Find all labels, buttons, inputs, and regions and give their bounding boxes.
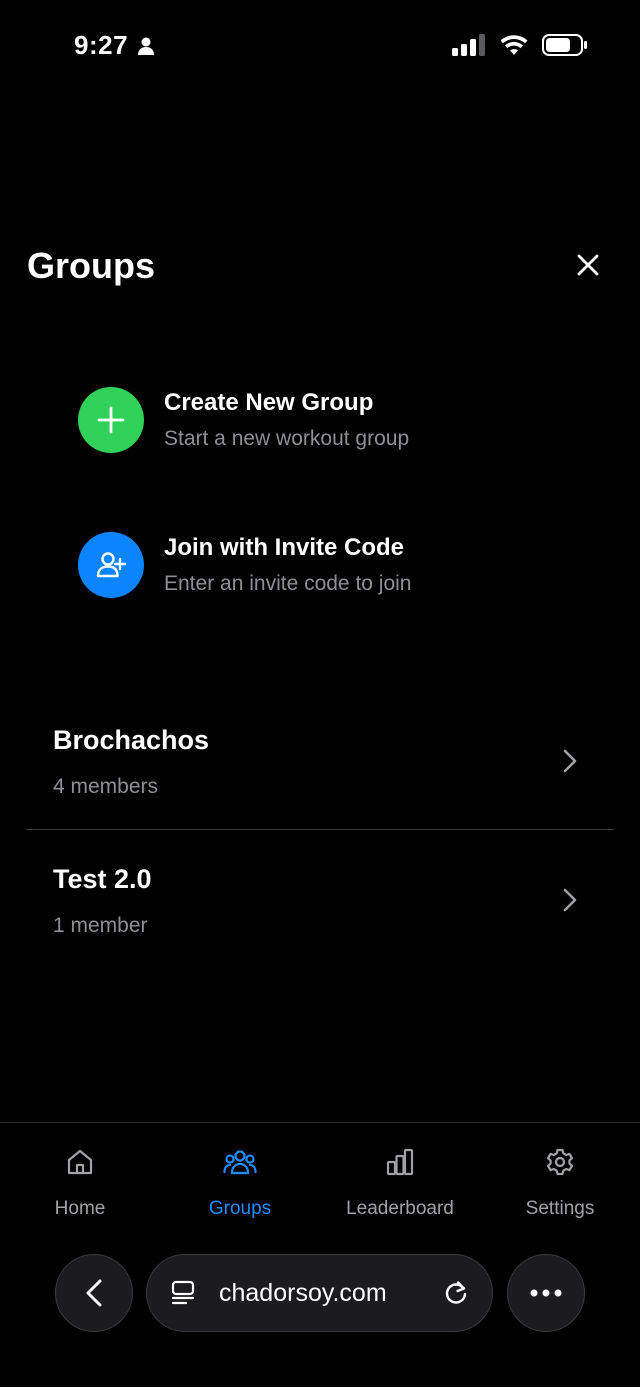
group-member-count: 4 members bbox=[53, 775, 159, 798]
tab-overview-icon[interactable] bbox=[169, 1279, 197, 1307]
group-member-count: 1 member bbox=[53, 914, 148, 937]
tab-leaderboard-icon-wrap bbox=[385, 1140, 415, 1184]
cellular-signal-icon bbox=[452, 34, 485, 56]
tab-home-label: Home bbox=[54, 1198, 106, 1219]
join-invite-icon-circle bbox=[78, 532, 144, 598]
chevron-left-icon bbox=[86, 1279, 102, 1307]
close-button[interactable] bbox=[568, 245, 608, 285]
join-invite-text: Join with Invite Code Enter an invite co… bbox=[164, 534, 412, 596]
tab-groups-label: Groups bbox=[208, 1198, 272, 1219]
join-invite-button[interactable]: Join with Invite Code Enter an invite co… bbox=[78, 532, 558, 598]
gear-icon bbox=[546, 1148, 574, 1176]
home-icon bbox=[67, 1149, 93, 1175]
tab-home-icon-wrap bbox=[65, 1140, 95, 1184]
tab-bar-divider bbox=[0, 1122, 640, 1123]
create-group-title: Create New Group bbox=[164, 389, 374, 416]
group-name: Test 2.0 bbox=[53, 864, 152, 894]
page-title: Groups bbox=[27, 245, 156, 286]
tab-leaderboard-label: Leaderboard bbox=[346, 1198, 454, 1219]
plus-icon bbox=[97, 406, 125, 434]
close-icon bbox=[577, 254, 599, 276]
more-dots-icon bbox=[530, 1289, 562, 1297]
tab-groups-icon-wrap bbox=[223, 1140, 257, 1184]
status-time: 9:27 bbox=[74, 30, 156, 61]
create-group-text: Create New Group Start a new workout gro… bbox=[164, 389, 409, 451]
groups-icon bbox=[223, 1150, 257, 1175]
create-group-icon-circle bbox=[78, 387, 144, 453]
join-invite-title: Join with Invite Code bbox=[164, 534, 405, 561]
create-group-subtitle: Start a new workout group bbox=[164, 427, 410, 450]
status-time-text: 9:27 bbox=[74, 30, 129, 60]
browser-back-button[interactable] bbox=[55, 1254, 133, 1332]
battery-icon bbox=[542, 34, 587, 56]
group-name: Brochachos bbox=[53, 725, 210, 755]
tab-home[interactable]: Home bbox=[0, 1140, 160, 1230]
join-invite-subtitle: Enter an invite code to join bbox=[164, 572, 412, 595]
url-bar[interactable]: chadorsoy.com bbox=[146, 1254, 493, 1332]
user-plus-icon bbox=[96, 552, 127, 578]
tab-settings[interactable]: Settings bbox=[480, 1140, 640, 1230]
tab-settings-icon-wrap bbox=[545, 1140, 575, 1184]
url-text[interactable]: chadorsoy.com bbox=[219, 1279, 442, 1308]
chevron-right-icon bbox=[563, 749, 577, 773]
group-row-test-2[interactable]: Test 2.0 1 member bbox=[26, 831, 614, 969]
tab-groups[interactable]: Groups bbox=[160, 1140, 320, 1230]
browser-more-button[interactable] bbox=[507, 1254, 585, 1332]
create-group-button[interactable]: Create New Group Start a new workout gro… bbox=[78, 387, 558, 453]
wifi-icon bbox=[500, 35, 528, 55]
group-row-brochachos[interactable]: Brochachos 4 members bbox=[26, 692, 614, 830]
list-divider bbox=[26, 829, 614, 830]
person-icon bbox=[138, 37, 155, 55]
tab-settings-label: Settings bbox=[525, 1198, 595, 1219]
leaderboard-icon bbox=[386, 1148, 414, 1176]
tab-leaderboard[interactable]: Leaderboard bbox=[320, 1140, 480, 1230]
reload-icon[interactable] bbox=[442, 1279, 470, 1307]
chevron-right-icon bbox=[563, 888, 577, 912]
status-indicators bbox=[452, 34, 588, 56]
